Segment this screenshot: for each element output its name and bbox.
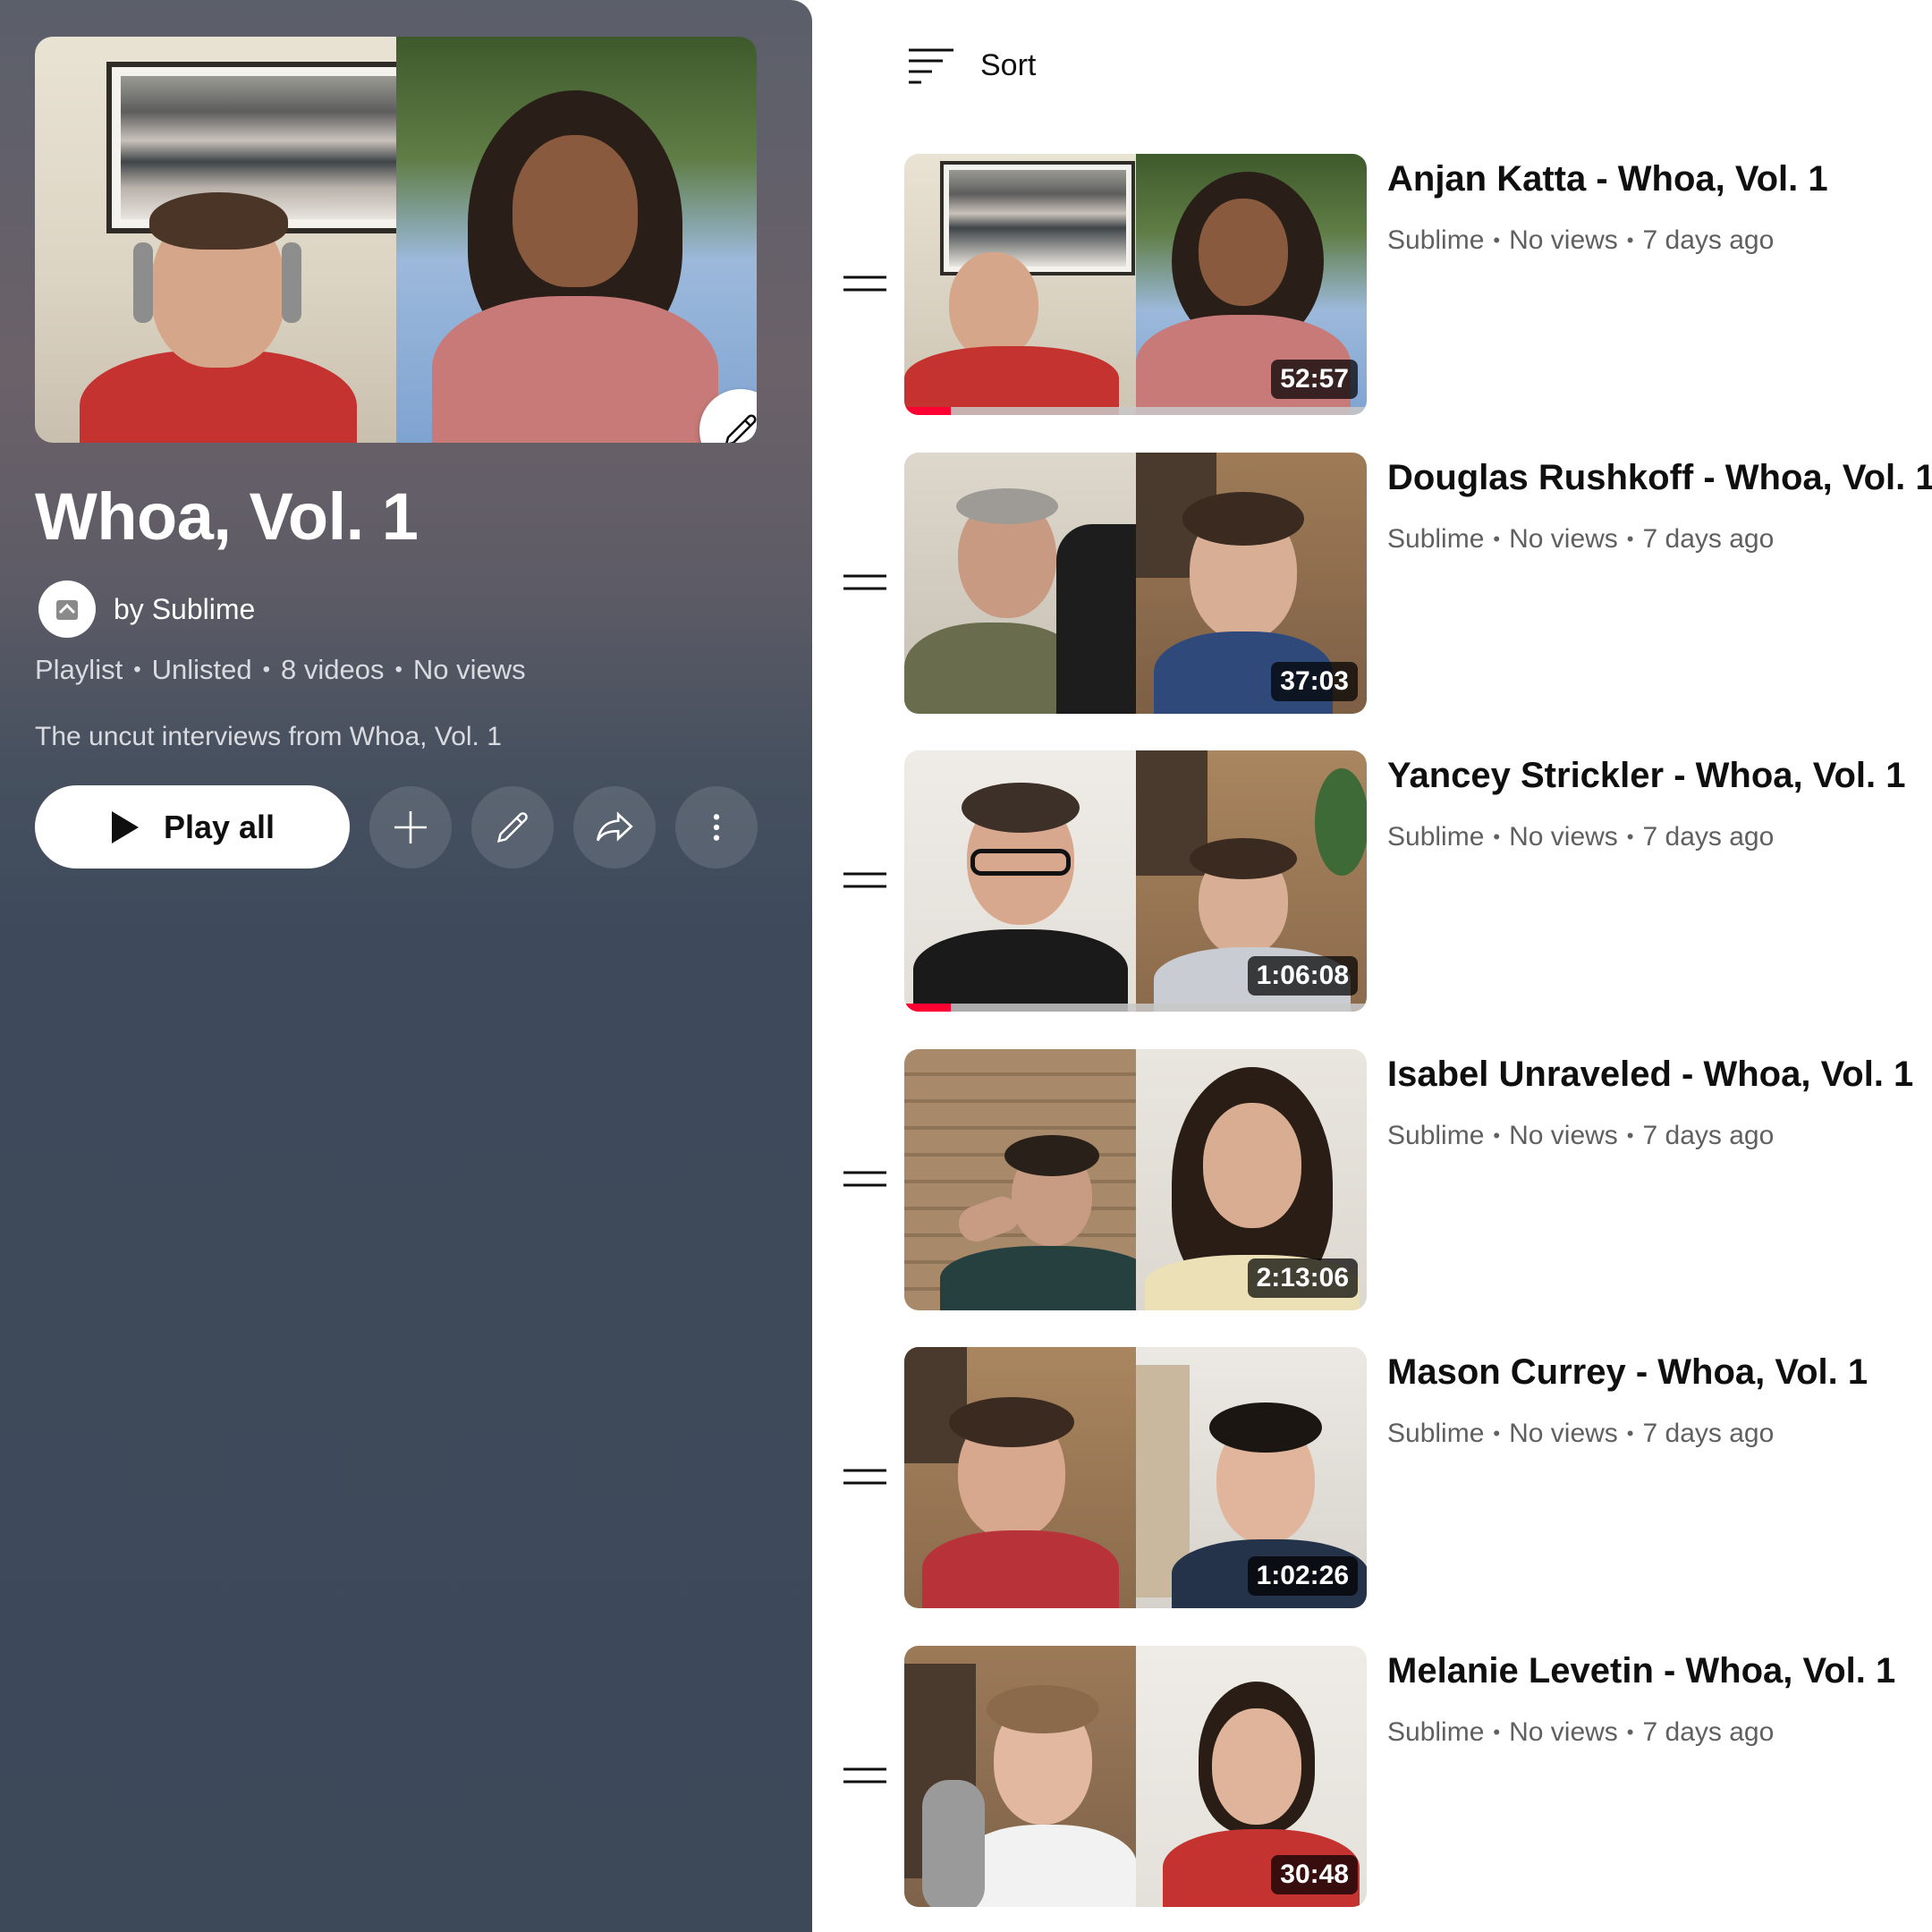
video-title[interactable]: Yancey Strickler - Whoa, Vol. 1 (1387, 756, 1905, 796)
video-thumbnail[interactable]: 37:03 (904, 453, 1367, 714)
watch-progress-fill (904, 407, 951, 415)
sublime-logo-icon (56, 600, 78, 620)
person-left (71, 171, 366, 443)
sort-label: Sort (980, 47, 1037, 82)
share-button[interactable] (573, 785, 656, 869)
video-title[interactable]: Douglas Rushkoff - Whoa, Vol. 1 (1387, 458, 1932, 498)
play-all-button[interactable]: Play all (35, 785, 350, 869)
video-views: No views (1509, 1419, 1618, 1448)
video-thumbnail[interactable]: 30:48 (904, 1646, 1367, 1907)
video-duration: 52:57 (1271, 360, 1358, 399)
pencil-icon (496, 811, 528, 843)
edit-playlist-button[interactable] (471, 785, 554, 869)
sort-icon (909, 48, 953, 84)
drag-handle-icon[interactable] (842, 1467, 888, 1487)
video-channel[interactable]: Sublime (1387, 225, 1484, 256)
video-age: 7 days ago (1642, 1419, 1775, 1448)
playlist-video-item[interactable]: 1:06:08 Yancey Strickler - Whoa, Vol. 1 … (836, 750, 1932, 1012)
more-actions-button[interactable] (675, 785, 758, 869)
video-age: 7 days ago (1642, 1717, 1775, 1747)
video-age: 7 days ago (1642, 524, 1775, 554)
drag-handle-icon[interactable] (842, 1169, 888, 1189)
sort-button[interactable]: Sort (907, 39, 1036, 91)
playlist-meta: Playlist • Unlisted • 8 videos • No view… (35, 654, 526, 685)
playlist-views: No views (412, 654, 526, 685)
video-thumbnail[interactable]: 1:02:26 (904, 1347, 1367, 1608)
playlist-video-item[interactable]: 52:57 Anjan Katta - Whoa, Vol. 1 Sublime… (836, 154, 1932, 415)
playlist-description[interactable]: The uncut interviews from Whoa, Vol. 1 (35, 722, 502, 752)
playlist-visibility: Unlisted (151, 654, 252, 685)
watch-progress-bar (904, 407, 1367, 415)
playlist-video-item[interactable]: 2:13:06 Isabel Unraveled - Whoa, Vol. 1 … (836, 1049, 1932, 1310)
video-duration: 1:06:08 (1247, 956, 1358, 996)
video-views: No views (1509, 822, 1618, 852)
watch-progress-bar (904, 1004, 1367, 1012)
video-title[interactable]: Isabel Unraveled - Whoa, Vol. 1 (1387, 1055, 1913, 1095)
video-views: No views (1509, 1121, 1618, 1150)
video-duration: 30:48 (1271, 1855, 1358, 1894)
video-meta: Sublime • No views • 7 days ago (1387, 225, 1775, 256)
play-all-label: Play all (163, 808, 275, 845)
drag-handle-icon[interactable] (842, 274, 888, 293)
playlist-type: Playlist (35, 654, 123, 685)
video-thumbnail[interactable]: 1:06:08 (904, 750, 1367, 1012)
more-vert-icon (713, 813, 720, 841)
playlist-header-panel: Whoa, Vol. 1 by Sublime Playlist • Unlis… (0, 0, 812, 1932)
video-age: 7 days ago (1642, 225, 1775, 255)
thumbnail-right-scene (395, 37, 757, 443)
drag-handle-icon[interactable] (842, 1766, 888, 1785)
playlist-title: Whoa, Vol. 1 (35, 479, 419, 554)
thumbnail-left-scene (35, 37, 396, 443)
video-channel[interactable]: Sublime (1387, 1419, 1484, 1449)
video-age: 7 days ago (1642, 822, 1775, 852)
video-duration: 1:02:26 (1247, 1556, 1358, 1596)
video-channel[interactable]: Sublime (1387, 524, 1484, 555)
video-duration: 2:13:06 (1247, 1258, 1358, 1298)
playlist-video-item[interactable]: 1:02:26 Mason Currey - Whoa, Vol. 1 Subl… (836, 1347, 1932, 1608)
watch-progress-fill (904, 1004, 951, 1012)
playlist-video-item[interactable]: 37:03 Douglas Rushkoff - Whoa, Vol. 1 Su… (836, 453, 1932, 714)
video-meta: Sublime • No views • 7 days ago (1387, 822, 1775, 852)
plus-icon (394, 810, 427, 843)
video-thumbnail[interactable]: 52:57 (904, 154, 1367, 415)
playlist-actions: Play all (35, 785, 777, 869)
video-views: No views (1509, 524, 1618, 554)
video-views: No views (1509, 225, 1618, 255)
share-icon (596, 810, 633, 842)
playlist-owner[interactable]: by Sublime (38, 580, 255, 639)
video-age: 7 days ago (1642, 1121, 1775, 1150)
pencil-icon (725, 414, 757, 443)
playlist-video-item[interactable]: 30:48 Melanie Levetin - Whoa, Vol. 1 Sub… (836, 1646, 1932, 1907)
channel-avatar[interactable] (38, 580, 96, 638)
person-right (431, 72, 736, 443)
video-duration: 37:03 (1271, 662, 1358, 701)
playlist-video-count: 8 videos (281, 654, 385, 685)
video-title[interactable]: Melanie Levetin - Whoa, Vol. 1 (1387, 1651, 1895, 1691)
drag-handle-icon[interactable] (842, 870, 888, 890)
video-channel[interactable]: Sublime (1387, 1121, 1484, 1151)
video-views: No views (1509, 1717, 1618, 1747)
video-thumbnail[interactable]: 2:13:06 (904, 1049, 1367, 1310)
video-title[interactable]: Anjan Katta - Whoa, Vol. 1 (1387, 159, 1828, 199)
play-icon (111, 810, 139, 843)
video-meta: Sublime • No views • 7 days ago (1387, 1419, 1775, 1449)
video-meta: Sublime • No views • 7 days ago (1387, 1717, 1775, 1748)
video-channel[interactable]: Sublime (1387, 1717, 1484, 1748)
video-title[interactable]: Mason Currey - Whoa, Vol. 1 (1387, 1352, 1868, 1393)
owner-name[interactable]: by Sublime (114, 593, 255, 626)
add-button[interactable] (369, 785, 452, 869)
playlist-thumbnail[interactable] (35, 37, 757, 443)
video-channel[interactable]: Sublime (1387, 822, 1484, 852)
video-meta: Sublime • No views • 7 days ago (1387, 1121, 1775, 1151)
drag-handle-icon[interactable] (842, 572, 888, 592)
video-meta: Sublime • No views • 7 days ago (1387, 524, 1775, 555)
